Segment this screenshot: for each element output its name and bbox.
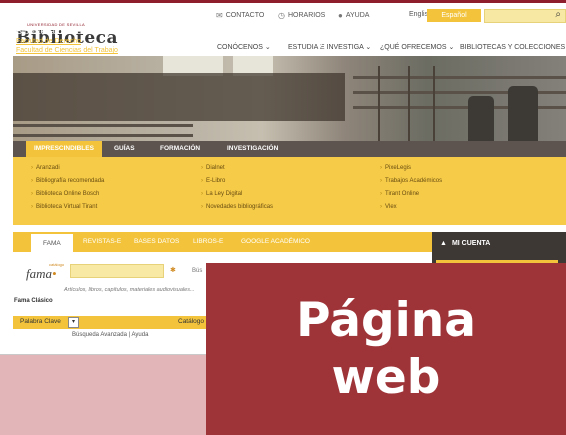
banner-person xyxy=(468,96,494,146)
resource-link[interactable]: Biblioteca Online Bosch xyxy=(31,188,104,201)
resource-link[interactable]: Tirant Online xyxy=(380,188,442,201)
chevron-down-icon[interactable]: ▾ xyxy=(68,317,79,328)
clock-icon: ◷ xyxy=(278,11,285,20)
tab-libros[interactable]: LIBROS-E xyxy=(193,232,223,252)
contact-link[interactable]: ✉ CONTACTO xyxy=(216,11,264,20)
fama-search-input[interactable] xyxy=(70,264,164,278)
banner-overlay-panel xyxy=(13,73,345,121)
resource-link[interactable]: Vlex xyxy=(380,201,442,214)
resources-column-1: Aranzadi Bibliografía recomendada Biblio… xyxy=(31,162,104,214)
site-search-input[interactable]: ⌕ xyxy=(484,9,566,23)
account-title: ▲ MI CUENTA xyxy=(440,240,491,247)
fama-classic-title: Fama Clásico xyxy=(14,298,53,304)
tab-google-academico[interactable]: GOOGLE ACADÉMICO xyxy=(241,232,310,252)
banner-shelf xyxy=(353,76,566,79)
banner-shelf xyxy=(13,124,193,127)
tab-revistas[interactable]: REVISTAS-E xyxy=(83,232,121,252)
lang-spanish-button[interactable]: Español xyxy=(427,9,481,22)
tab-bases-datos[interactable]: BASES DATOS xyxy=(134,232,179,252)
resource-link[interactable]: Biblioteca Virtual Tirant xyxy=(31,201,104,214)
faculty-law-link[interactable]: Facultad de Derecho xyxy=(16,38,81,45)
tab-imprescindibles[interactable]: IMPRESCINDIBLES xyxy=(26,141,102,157)
catalog-select[interactable]: Catálogo xyxy=(178,318,204,325)
nav-bibliotecas[interactable]: BIBLIOTECAS Y COLECCIONES ⌄ xyxy=(460,43,566,51)
fama-search-button[interactable]: Bús xyxy=(192,268,202,274)
caption-line-2: web xyxy=(331,350,441,405)
resources-column-3: PixeLegis Trabajos Académicos Tirant Onl… xyxy=(380,162,442,214)
fama-search-hint: Artículos, libros, capítulos, materiales… xyxy=(64,287,195,293)
resources-panel: Aranzadi Bibliografía recomendada Biblio… xyxy=(13,157,566,225)
asterisk-icon: ✱ xyxy=(170,267,176,274)
resource-link[interactable]: Novedades bibliográficas xyxy=(201,201,273,214)
resource-link[interactable]: La Ley Digital xyxy=(201,188,273,201)
banner-shelf-column xyxy=(378,66,380,146)
tab-investigacion[interactable]: INVESTIGACIÓN xyxy=(227,141,278,157)
university-seal: US xyxy=(296,29,322,55)
slide-caption-box: Página web xyxy=(206,263,566,435)
resource-link[interactable]: Bibliografía recomendada xyxy=(31,175,104,188)
advanced-search-links[interactable]: Búsqueda Avanzada | Ayuda xyxy=(72,332,148,338)
nav-conocenos[interactable]: CONÓCENOS ⌄ xyxy=(217,43,271,51)
mail-icon: ✉ xyxy=(216,11,223,20)
top-accent-strip xyxy=(0,0,566,3)
tab-guias[interactable]: GUÍAS xyxy=(114,141,135,157)
fama-logo: fama• xyxy=(26,266,57,281)
help-icon: ● xyxy=(338,11,343,20)
banner-person xyxy=(508,86,538,146)
faculty-labor-link[interactable]: Facultad de Ciencias del Trabajo xyxy=(16,47,118,54)
hours-link[interactable]: ◷ HORARIOS xyxy=(278,11,325,20)
resources-column-2: Dialnet E-Libro La Ley Digital Novedades… xyxy=(201,162,273,214)
tab-formacion[interactable]: FORMACIÓN xyxy=(160,141,200,157)
search-field-select[interactable]: Palabra Clave xyxy=(20,318,61,325)
user-icon: ▲ xyxy=(440,240,447,247)
tab-fama[interactable]: FAMA xyxy=(31,232,73,252)
resource-tabs: IMPRESCINDIBLES GUÍAS FORMACIÓN INVESTIG… xyxy=(13,141,566,157)
resource-link[interactable]: PixeLegis xyxy=(380,162,442,175)
banner-title: Biblioteca de Derecho y Ciencias del Tra… xyxy=(16,26,196,36)
banner-shelf xyxy=(13,134,193,137)
banner-shelf-column xyxy=(433,66,435,146)
resource-link[interactable]: Aranzadi xyxy=(31,162,104,175)
resource-link[interactable]: E-Libro xyxy=(201,175,273,188)
search-tabs: FAMA REVISTAS-E BASES DATOS LIBROS-E GOO… xyxy=(13,232,433,252)
help-link[interactable]: ● AYUDA xyxy=(338,11,369,20)
nav-ofrecemos[interactable]: ¿QUÉ OFRECEMOS ⌄ xyxy=(380,43,454,51)
resource-link[interactable]: Dialnet xyxy=(201,162,273,175)
caption-line-1: Página xyxy=(296,292,476,348)
search-icon[interactable]: ⌕ xyxy=(555,9,561,20)
resource-link[interactable]: Trabajos Académicos xyxy=(380,175,442,188)
banner-shelf-column xyxy=(408,66,410,146)
